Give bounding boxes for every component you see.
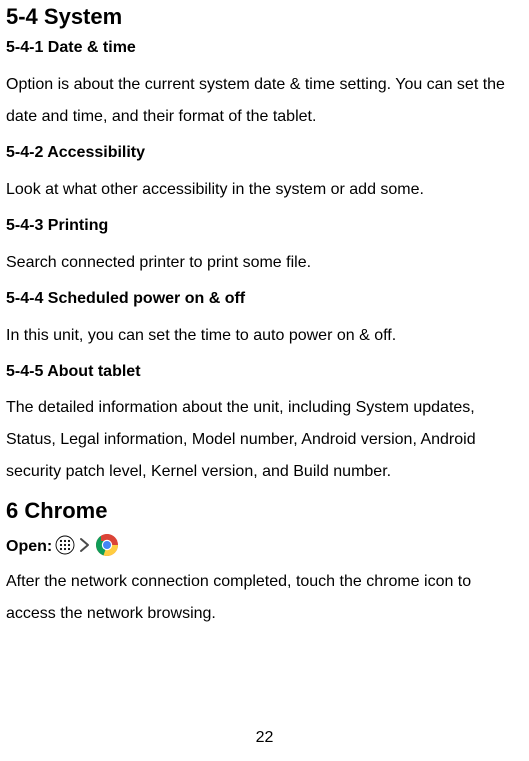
heading-5-4-2: 5-4-2 Accessibility <box>6 143 523 164</box>
open-label: Open: <box>6 538 52 556</box>
heading-6-chrome: 6 Chrome <box>6 498 523 524</box>
chrome-icon <box>95 533 119 562</box>
body-5-4-3: Search connected printer to print some f… <box>6 247 523 279</box>
page-content: 5-4 System 5-4-1 Date & time Option is a… <box>0 0 529 630</box>
open-line: Open: <box>6 533 523 562</box>
heading-5-4-5: 5-4-5 About tablet <box>6 362 523 383</box>
app-drawer-icon <box>55 535 75 560</box>
body-5-4-2: Look at what other accessibility in the … <box>6 174 523 206</box>
heading-5-4-4: 5-4-4 Scheduled power on & off <box>6 289 523 310</box>
heading-5-4-system: 5-4 System <box>6 4 523 30</box>
chevron-right-icon <box>78 535 92 560</box>
body-5-4-4: In this unit, you can set the time to au… <box>6 320 523 352</box>
body-6-chrome: After the network connection completed, … <box>6 566 523 630</box>
heading-5-4-3: 5-4-3 Printing <box>6 216 523 237</box>
body-5-4-5: The detailed information about the unit,… <box>6 392 523 488</box>
body-5-4-1: Option is about the current system date … <box>6 69 523 133</box>
heading-5-4-1: 5-4-1 Date & time <box>6 38 523 59</box>
page-number: 22 <box>0 729 529 747</box>
